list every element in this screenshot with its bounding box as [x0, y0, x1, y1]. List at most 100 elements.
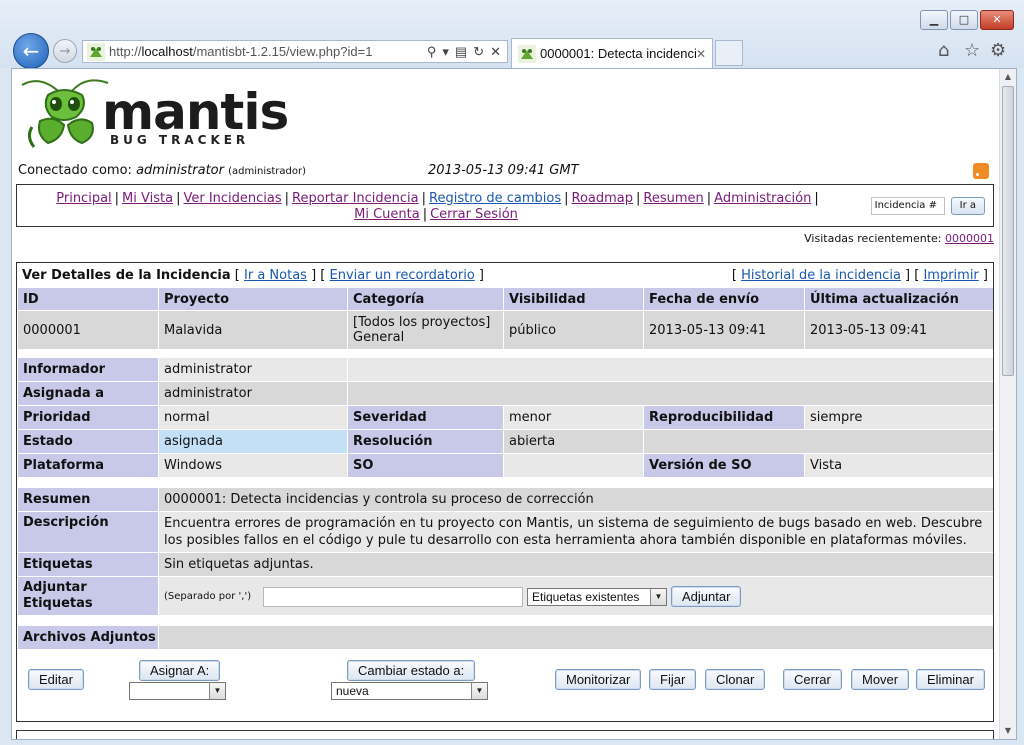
label-attach-tags-line1: Adjuntar — [23, 580, 87, 595]
link-history[interactable]: Historial de la incidencia — [741, 268, 901, 283]
next-section-box — [16, 730, 994, 739]
menu-item-principal[interactable]: Principal — [56, 191, 111, 206]
status-select-value: nueva — [336, 684, 369, 698]
scrollbar-thumb[interactable] — [1002, 86, 1014, 376]
minimize-button[interactable]: ▁ — [920, 10, 948, 30]
assign-select[interactable]: ▼ — [129, 682, 226, 700]
menu-item-administracion[interactable]: Administración — [714, 191, 811, 206]
url-host: localhost — [141, 44, 193, 59]
address-bar[interactable]: http://localhost/mantisbt-1.2.15/view.ph… — [82, 40, 508, 63]
browser-chrome: ▁ □ ✕ ← → http://localhost/mantisbt-1.2.… — [0, 0, 1024, 69]
main-menu: Principal | Mi Vista | Ver Incidencias | Repor… — [56, 191, 819, 222]
menu-item-cerrar-sesion[interactable]: Cerrar Sesión — [430, 207, 518, 222]
value-category: [Todos los proyectos] General — [348, 311, 503, 349]
link-notes[interactable]: Ir a Notas — [244, 268, 307, 283]
menu-item-resumen[interactable]: Resumen — [643, 191, 703, 206]
scroll-down-icon[interactable]: ▼ — [1000, 723, 1016, 739]
value-reporter: administrator — [159, 358, 347, 381]
login-prefix: Conectado como: — [18, 163, 132, 178]
assign-button[interactable]: Asignar A: — [139, 660, 221, 681]
stop-icon[interactable]: ✕ — [490, 44, 501, 60]
value-summary: 0000001: Detecta incidencias y controla … — [159, 488, 993, 511]
link-send-reminder[interactable]: Enviar un recordatorio — [330, 268, 475, 283]
arrow-right-icon: → — [59, 43, 71, 59]
menu-item-ver-incidencias[interactable]: Ver Incidencias — [183, 191, 281, 206]
status-select[interactable]: nueva ▼ — [331, 682, 488, 700]
mantis-favicon-icon — [518, 44, 536, 63]
bug-jump-button[interactable]: Ir a — [950, 197, 985, 215]
label-assigned: Asignada a — [18, 382, 158, 405]
value-tags: Sin etiquetas adjuntas. — [159, 553, 993, 576]
url-prefix: http:// — [109, 44, 142, 59]
mantis-favicon-icon — [87, 42, 105, 61]
label-priority: Prioridad — [18, 406, 158, 429]
label-attach-tags: Adjuntar Etiquetas — [18, 577, 158, 615]
menu-item-mi-cuenta[interactable]: Mi Cuenta — [354, 207, 420, 222]
delete-button[interactable]: Eliminar — [916, 669, 985, 690]
label-severity: Severidad — [348, 406, 503, 429]
label-resolution: Resolución — [348, 430, 503, 453]
edit-button[interactable]: Editar — [28, 669, 84, 690]
home-icon[interactable]: ⌂ — [938, 40, 949, 61]
chevron-down-icon: ▼ — [209, 683, 225, 699]
value-description: Encuentra errores de programación en tu … — [159, 512, 993, 552]
attach-tags-button[interactable]: Adjuntar — [671, 586, 742, 607]
url-text[interactable]: http://localhost/mantisbt-1.2.15/view.ph… — [109, 44, 421, 59]
value-os-version: Vista — [805, 454, 993, 477]
bug-id-input[interactable]: Incidencia # — [870, 197, 945, 215]
value-visibility: público — [504, 311, 643, 349]
scroll-up-icon[interactable]: ▲ — [1000, 69, 1016, 85]
maximize-button[interactable]: □ — [950, 10, 978, 30]
link-print[interactable]: Imprimir — [923, 268, 978, 283]
header-project: Proyecto — [159, 288, 347, 310]
label-attach-tags-line2: Etiquetas — [23, 596, 93, 611]
tag-input[interactable] — [263, 587, 523, 607]
tab-close-icon[interactable]: ✕ — [696, 47, 706, 61]
vertical-scrollbar[interactable]: ▲ ▼ — [999, 69, 1016, 739]
header-visibility: Visibilidad — [504, 288, 643, 310]
browser-tab[interactable]: 0000001: Detecta incidenci... ✕ — [511, 38, 713, 68]
login-role: (administrador) — [228, 166, 306, 177]
move-button[interactable]: Mover — [851, 669, 910, 690]
status-filler — [644, 430, 993, 453]
value-category-line2: General — [353, 330, 405, 345]
chevron-down-icon: ▼ — [650, 589, 666, 605]
existing-tags-select[interactable]: Etiquetas existentes ▼ — [527, 588, 667, 606]
issue-details: Ver Detalles de la Incidencia [ Ir a Not… — [16, 262, 994, 722]
menu-item-reportar-incidencia[interactable]: Reportar Incidencia — [292, 191, 419, 206]
label-description: Descripción — [18, 512, 158, 552]
header-submitted: Fecha de envío — [644, 288, 804, 310]
settings-gear-icon[interactable]: ⚙ — [990, 40, 1006, 61]
compat-view-icon[interactable]: ▤ — [455, 44, 467, 60]
forward-button[interactable]: → — [53, 39, 77, 63]
monitor-button[interactable]: Monitorizar — [555, 669, 642, 690]
label-status: Estado — [18, 430, 158, 453]
refresh-icon[interactable]: ↻ — [473, 44, 484, 60]
change-status-button[interactable]: Cambiar estado a: — [347, 660, 476, 681]
tag-separator-hint: (Separado por ',') — [164, 590, 252, 602]
mantis-logo[interactable]: mantis BUG TRACKER — [18, 75, 289, 157]
close-window-button[interactable]: ✕ — [980, 10, 1014, 30]
menu-item-registro-de-cambios[interactable]: Registro de cambios — [429, 191, 561, 206]
favorites-star-icon[interactable]: ☆ — [964, 40, 980, 61]
recently-visited-link[interactable]: 0000001 — [945, 232, 994, 245]
back-button[interactable]: ← — [13, 33, 49, 69]
recently-visited-label: Visitadas recientemente: — [804, 232, 942, 245]
dropdown-icon[interactable]: ▾ — [442, 44, 449, 60]
value-updated: 2013-05-13 09:41 — [805, 311, 993, 349]
logo-subtitle: BUG TRACKER — [110, 133, 250, 147]
stick-button[interactable]: Fijar — [649, 669, 697, 690]
clone-button[interactable]: Clonar — [705, 669, 766, 690]
value-project: Malavida — [159, 311, 347, 349]
value-submitted: 2013-05-13 09:41 — [644, 311, 804, 349]
menu-item-mi-vista[interactable]: Mi Vista — [122, 191, 173, 206]
header-id: ID — [18, 288, 158, 310]
label-platform: Plataforma — [18, 454, 158, 477]
menu-item-roadmap[interactable]: Roadmap — [572, 191, 634, 206]
rss-feed-icon[interactable] — [973, 163, 989, 179]
search-icon[interactable]: ⚲ — [427, 44, 437, 60]
mantis-page: mantis BUG TRACKER Conectado como: admin… — [12, 69, 1000, 739]
new-tab-button[interactable] — [715, 40, 743, 66]
details-title-links: [ Historial de la incidencia ] [ Imprimi… — [731, 268, 988, 283]
close-issue-button[interactable]: Cerrar — [783, 669, 842, 690]
